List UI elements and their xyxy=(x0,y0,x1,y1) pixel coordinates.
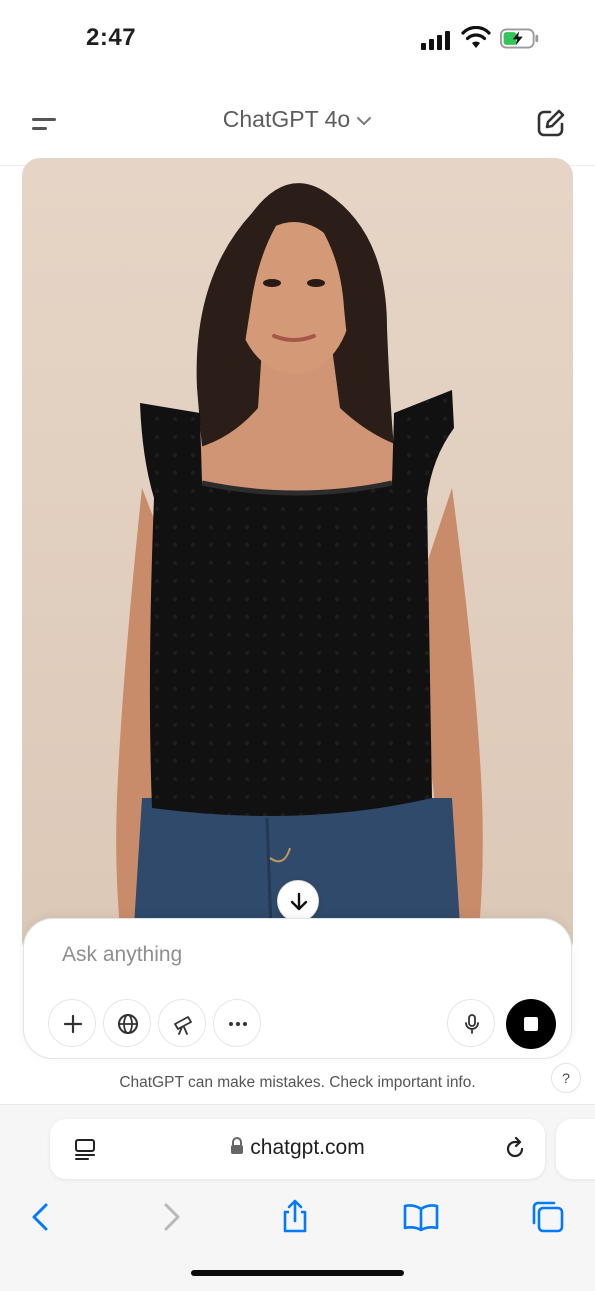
forward-button[interactable] xyxy=(150,1197,190,1237)
voice-button[interactable] xyxy=(447,999,495,1047)
wifi-icon xyxy=(461,26,491,48)
stop-button[interactable] xyxy=(506,999,556,1049)
plus-icon xyxy=(63,1014,83,1034)
help-button[interactable]: ? xyxy=(551,1063,581,1093)
more-tools-button[interactable] xyxy=(213,999,261,1047)
stop-icon xyxy=(524,1017,538,1031)
model-name: ChatGPT 4o xyxy=(222,106,351,132)
status-time: 2:47 xyxy=(86,24,137,51)
address-bar[interactable]: chatgpt.com xyxy=(50,1119,545,1179)
home-indicator xyxy=(191,1270,404,1276)
signal-icon xyxy=(421,30,453,50)
model-switcher[interactable]: ChatGPT 4o xyxy=(0,106,595,133)
chevron-down-icon xyxy=(357,116,372,126)
lock-icon xyxy=(231,1137,244,1155)
url-display: chatgpt.com xyxy=(50,1136,545,1160)
telescope-icon xyxy=(174,1016,192,1035)
attach-button[interactable] xyxy=(48,999,96,1047)
battery-icon xyxy=(500,28,539,49)
browser-toolbar: chatgpt.com xyxy=(0,1104,595,1291)
reload-icon[interactable] xyxy=(502,1136,528,1162)
search-button[interactable] xyxy=(103,999,151,1047)
arrow-down-icon xyxy=(290,892,308,911)
app-header: ChatGPT 4o xyxy=(0,80,595,166)
globe-icon xyxy=(118,1014,138,1034)
message-input[interactable] xyxy=(62,943,522,967)
scroll-down-button[interactable] xyxy=(277,880,319,922)
research-button[interactable] xyxy=(158,999,206,1047)
new-chat-button[interactable] xyxy=(534,106,568,140)
url-text: chatgpt.com xyxy=(250,1136,365,1159)
more-icon xyxy=(229,1022,247,1026)
generated-image[interactable] xyxy=(22,158,573,958)
edit-icon xyxy=(537,109,565,137)
mic-icon xyxy=(465,1014,479,1034)
next-tab-preview[interactable] xyxy=(556,1119,595,1179)
share-button[interactable] xyxy=(275,1197,315,1237)
bookmarks-button[interactable] xyxy=(401,1197,441,1237)
tabs-button[interactable] xyxy=(528,1197,568,1237)
back-button[interactable] xyxy=(22,1197,62,1237)
status-bar: 2:47 xyxy=(0,0,595,80)
disclaimer-text: ChatGPT can make mistakes. Check importa… xyxy=(119,1074,476,1091)
composer xyxy=(23,918,572,1059)
model-photo xyxy=(22,158,573,958)
